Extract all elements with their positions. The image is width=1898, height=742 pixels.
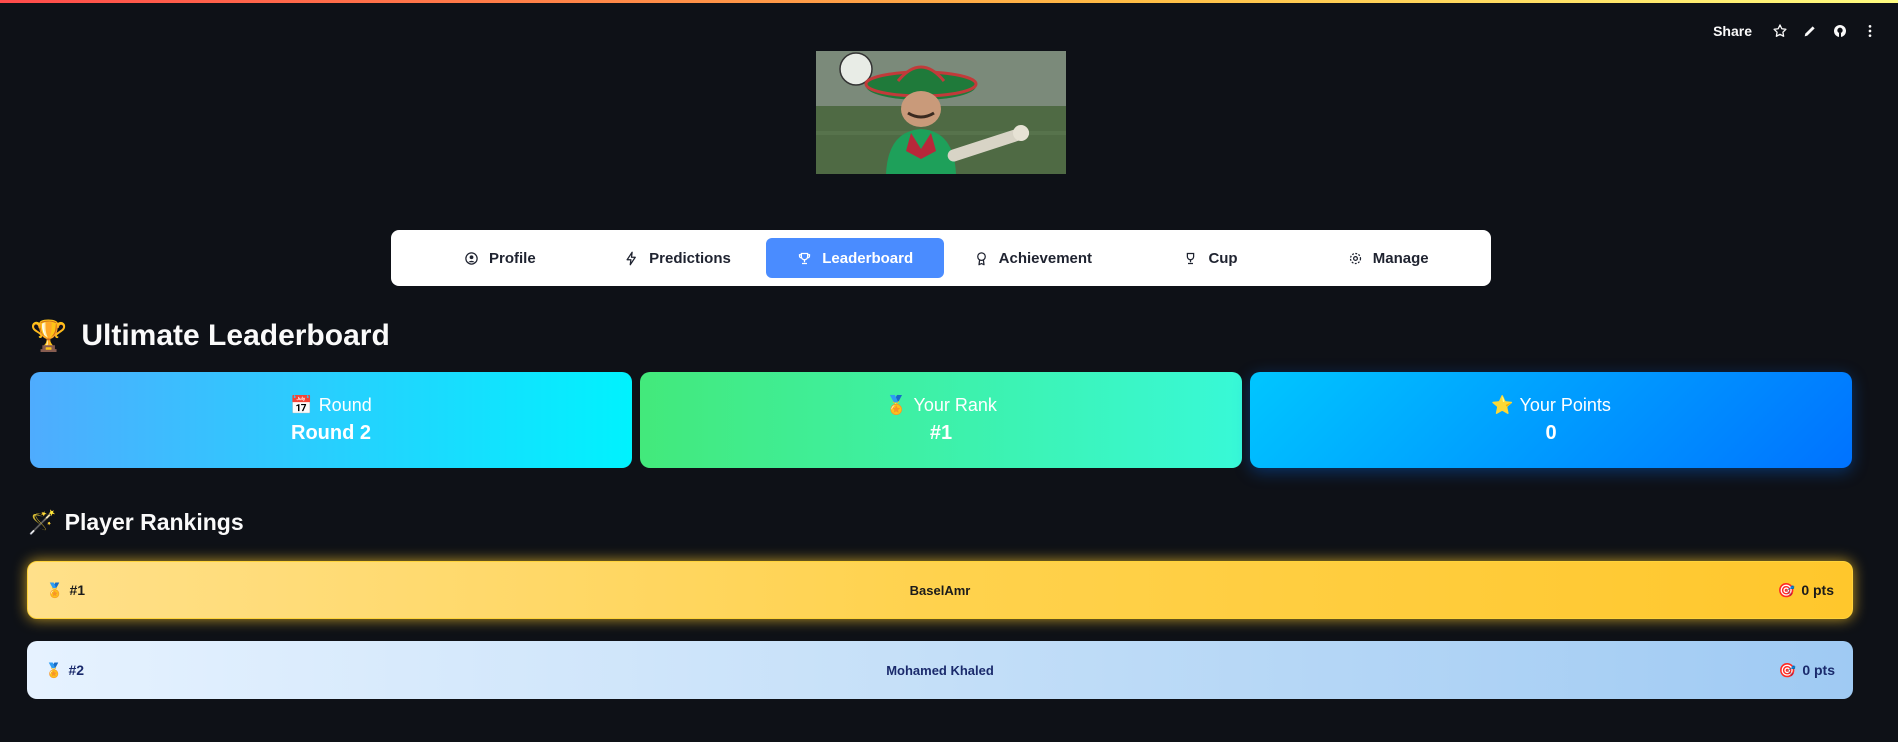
points-label: Your Points [1519, 395, 1611, 415]
trophy-icon [797, 251, 812, 266]
share-button[interactable]: Share [1713, 23, 1752, 39]
medal-icon: 🏅 [885, 395, 908, 415]
star-icon[interactable] [1772, 23, 1788, 39]
player-name: Mohamed Khaled [886, 662, 994, 678]
calendar-icon: 📅 [290, 395, 313, 415]
player-points: 0 pts [1801, 582, 1834, 598]
tab-achievement[interactable]: Achievement [944, 238, 1122, 278]
medal-icon: 🏅 [45, 661, 63, 678]
top-decoration-bar [0, 0, 1898, 3]
target-icon: 🎯 [1777, 581, 1796, 598]
rank-number: #1 [69, 582, 86, 598]
magic-wand-icon: 🪄 [28, 508, 57, 535]
tab-label: Achievement [998, 249, 1093, 267]
page-title-text: Ultimate Leaderboard [81, 319, 390, 352]
cup-icon [1183, 251, 1198, 266]
user-circle-icon [464, 251, 479, 266]
rank-value: #1 [929, 422, 953, 444]
player-name: BaselAmr [909, 582, 971, 598]
points-card: ⭐ Your Points 0 [1250, 372, 1852, 468]
tab-predictions[interactable]: Predictions [589, 238, 767, 278]
award-icon [974, 251, 989, 266]
rankings-title: Player Rankings [64, 508, 244, 535]
rank-card: 🏅 Your Rank #1 [640, 372, 1242, 468]
ranking-row-1: 🏅 #1 BaselAmr 🎯 0 pts [27, 561, 1853, 619]
tab-leaderboard[interactable]: Leaderboard [766, 238, 945, 278]
points-value: 0 [1545, 422, 1557, 444]
round-label: Round [318, 395, 372, 415]
tab-label: Cup [1208, 249, 1238, 267]
ranking-row-2: 🏅 #2 Mohamed Khaled 🎯 0 pts [27, 641, 1853, 699]
tab-label: Leaderboard [822, 249, 914, 267]
trophy-emoji-icon: 🏆 [30, 319, 68, 353]
app-toolbar: Share [1713, 20, 1878, 42]
star-emoji-icon: ⭐ [1491, 395, 1514, 415]
edit-icon[interactable] [1802, 23, 1818, 39]
rank-label: Your Rank [913, 395, 997, 415]
github-icon[interactable] [1832, 23, 1848, 39]
stat-cards: 📅 Round Round 2 🏅 Your Rank #1 ⭐ Your Po… [30, 372, 1852, 468]
rank-number: #2 [68, 662, 85, 678]
lightning-icon [624, 251, 639, 266]
page-title: 🏆 Ultimate Leaderboard [30, 316, 390, 356]
rankings-heading: 🪄 Player Rankings [28, 506, 244, 538]
round-value: Round 2 [291, 422, 371, 444]
tab-label: Predictions [649, 249, 731, 267]
hero-image [816, 51, 1066, 174]
tab-profile[interactable]: Profile [411, 238, 589, 278]
tab-manage[interactable]: Manage [1299, 238, 1477, 278]
gear-icon [1348, 251, 1363, 266]
player-points: 0 pts [1802, 662, 1835, 678]
main-nav: Profile Predictions Leaderboard Achievem… [391, 230, 1491, 286]
round-card: 📅 Round Round 2 [30, 372, 632, 468]
target-icon: 🎯 [1778, 661, 1797, 678]
tab-label: Profile [488, 249, 536, 267]
medal-icon: 🏅 [46, 581, 64, 598]
tab-label: Manage [1372, 249, 1429, 267]
tab-cup[interactable]: Cup [1122, 238, 1300, 278]
more-icon[interactable] [1862, 23, 1878, 39]
